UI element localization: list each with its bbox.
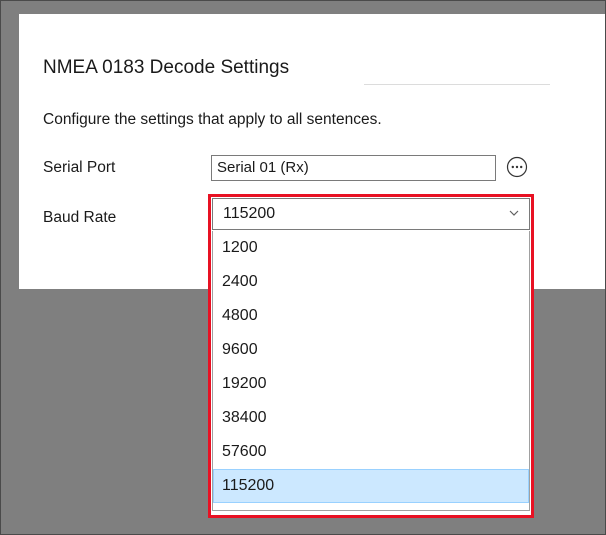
serial-port-field[interactable]: Serial 01 (Rx) — [211, 155, 496, 181]
chevron-down-icon — [509, 210, 519, 217]
page-title: NMEA 0183 Decode Settings — [43, 57, 290, 78]
baud-rate-label: Baud Rate — [43, 209, 117, 226]
baud-rate-option[interactable]: 19200 — [213, 367, 529, 401]
screenshot-frame: NMEA 0183 Decode Settings Configure the … — [0, 0, 606, 535]
baud-rate-option[interactable]: 115200 — [213, 469, 529, 503]
baud-rate-option[interactable]: 57600 — [213, 435, 529, 469]
baud-rate-option[interactable]: 1200 — [213, 231, 529, 265]
baud-rate-option[interactable]: 9600 — [213, 333, 529, 367]
settings-description: Configure the settings that apply to all… — [43, 111, 382, 128]
serial-port-more-button[interactable] — [506, 156, 528, 178]
baud-rate-selected-value: 115200 — [223, 205, 276, 222]
baud-rate-option[interactable]: 2400 — [213, 265, 529, 299]
serial-port-label: Serial Port — [43, 159, 116, 176]
title-divider — [364, 84, 550, 85]
ellipsis-circle-icon — [506, 156, 528, 178]
baud-rate-option[interactable]: 4800 — [213, 299, 529, 333]
baud-rate-dropdown-highlight: 115200 1200 2400 4800 9600 19200 38400 57600 11… — [208, 194, 534, 518]
baud-rate-options-list: 1200 2400 4800 9600 19200 38400 57600 115200 — [212, 231, 530, 511]
baud-rate-select[interactable]: 115200 — [212, 198, 530, 230]
baud-rate-option[interactable]: 38400 — [213, 401, 529, 435]
